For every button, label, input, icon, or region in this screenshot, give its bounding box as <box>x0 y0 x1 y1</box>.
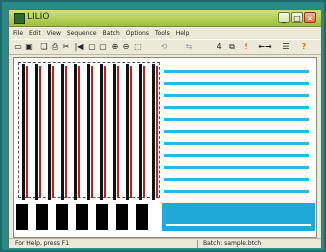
vertical-black-stripe <box>87 64 90 200</box>
vertical-black-stripe <box>61 64 64 200</box>
vertical-black-stripe <box>100 64 103 200</box>
app-window: LILIO _ □ × File Edit View Sequence Batc… <box>8 9 322 248</box>
vertical-red-line <box>78 66 80 198</box>
alert-icon[interactable]: ! <box>241 42 251 52</box>
menu-options[interactable]: Options <box>126 30 149 37</box>
horizontal-cyan-bar <box>164 154 309 157</box>
vertical-black-stripe <box>22 64 25 200</box>
step-icon[interactable]: |◀ <box>74 42 84 52</box>
screenshot-frame: LILIO _ □ × File Edit View Sequence Batc… <box>2 2 324 250</box>
menu-edit[interactable]: Edit <box>29 30 41 37</box>
sort-icon[interactable]: ☰ <box>281 42 291 52</box>
title-bar[interactable]: LILIO _ □ × <box>9 10 321 27</box>
frame-icon[interactable]: ▢ <box>87 42 97 52</box>
black-cell <box>116 204 128 230</box>
copy-icon[interactable]: ⧉ <box>227 42 237 52</box>
vertical-red-line <box>156 66 158 198</box>
black-cell <box>16 204 28 230</box>
horizontal-cyan-bar <box>164 166 309 169</box>
vertical-black-stripe <box>139 64 142 200</box>
horizontal-cyan-bar <box>164 118 309 121</box>
status-bar: For Help, press F1 Batch: sample.btch <box>9 238 321 248</box>
black-cell <box>96 204 108 230</box>
menu-sequence[interactable]: Sequence <box>67 30 97 37</box>
vertical-red-line <box>143 66 145 198</box>
cyan-block-line <box>166 224 311 226</box>
horizontal-cyan-bar <box>164 82 309 85</box>
horizontal-cyan-bar <box>164 106 309 109</box>
save-icon[interactable]: ▣ <box>24 42 34 52</box>
open-icon[interactable]: ❑ <box>39 42 49 52</box>
zoom-in-icon[interactable]: ⊕ <box>110 42 120 52</box>
help-icon[interactable]: ? <box>299 42 309 52</box>
menu-bar: File Edit View Sequence Batch Options To… <box>9 27 321 39</box>
menu-batch[interactable]: Batch <box>103 30 120 37</box>
vertical-black-stripe <box>126 64 129 200</box>
horizontal-cyan-bar <box>164 178 309 181</box>
window-title: LILIO <box>27 12 50 22</box>
cyan-block <box>162 203 315 231</box>
status-help-text: For Help, press F1 <box>15 240 70 247</box>
num-icon[interactable]: 4 <box>214 42 224 52</box>
vertical-red-line <box>26 66 28 198</box>
horizontal-cyan-bar <box>164 70 309 73</box>
arrows-icon[interactable]: ←→ <box>255 42 275 52</box>
horizontal-cyan-bar <box>164 190 309 193</box>
status-batch-text: Batch: sample.btch <box>203 240 262 247</box>
horizontal-cyan-bar <box>164 130 309 133</box>
vertical-red-line <box>39 66 41 198</box>
black-cell <box>36 204 48 230</box>
cut-icon[interactable]: ✂ <box>61 42 71 52</box>
toolbar: ▭ ▣ ❑ ⎙ ✂ |◀ ▢ ▢ ⊕ ⊖ ⬚ ⟲ ⇆ 4 ⧉ ! ←→ ☰ ? <box>9 39 321 55</box>
app-icon <box>14 13 25 24</box>
flip-icon[interactable]: ⇆ <box>184 42 194 52</box>
vertical-black-stripe <box>113 64 116 200</box>
select-icon[interactable]: ⬚ <box>133 42 143 52</box>
menu-help[interactable]: Help <box>176 30 190 37</box>
vertical-red-line <box>91 66 93 198</box>
vertical-red-line <box>104 66 106 198</box>
black-cell <box>136 204 148 230</box>
print-icon[interactable]: ⎙ <box>50 42 60 52</box>
menu-view[interactable]: View <box>47 30 61 37</box>
vertical-black-stripe <box>74 64 77 200</box>
vertical-black-stripe <box>48 64 51 200</box>
vertical-red-line <box>65 66 67 198</box>
new-icon[interactable]: ▭ <box>13 42 23 52</box>
image-canvas[interactable] <box>13 57 317 238</box>
vertical-red-line <box>52 66 54 198</box>
status-divider <box>197 240 198 248</box>
zoom-out-icon[interactable]: ⊖ <box>121 42 131 52</box>
vertical-red-line <box>130 66 132 198</box>
rotate-icon[interactable]: ⟲ <box>159 42 169 52</box>
frame2-icon[interactable]: ▢ <box>98 42 108 52</box>
black-cell <box>56 204 68 230</box>
close-button[interactable]: × <box>304 12 316 23</box>
vertical-black-stripe <box>152 64 155 200</box>
menu-tools[interactable]: Tools <box>155 30 170 37</box>
menu-file[interactable]: File <box>13 30 23 37</box>
vertical-black-stripe <box>35 64 38 200</box>
horizontal-cyan-bar <box>164 142 309 145</box>
black-cell <box>76 204 88 230</box>
vertical-red-line <box>117 66 119 198</box>
minimize-button[interactable]: _ <box>278 12 290 23</box>
maximize-button[interactable]: □ <box>291 12 303 23</box>
horizontal-cyan-bar <box>164 94 309 97</box>
